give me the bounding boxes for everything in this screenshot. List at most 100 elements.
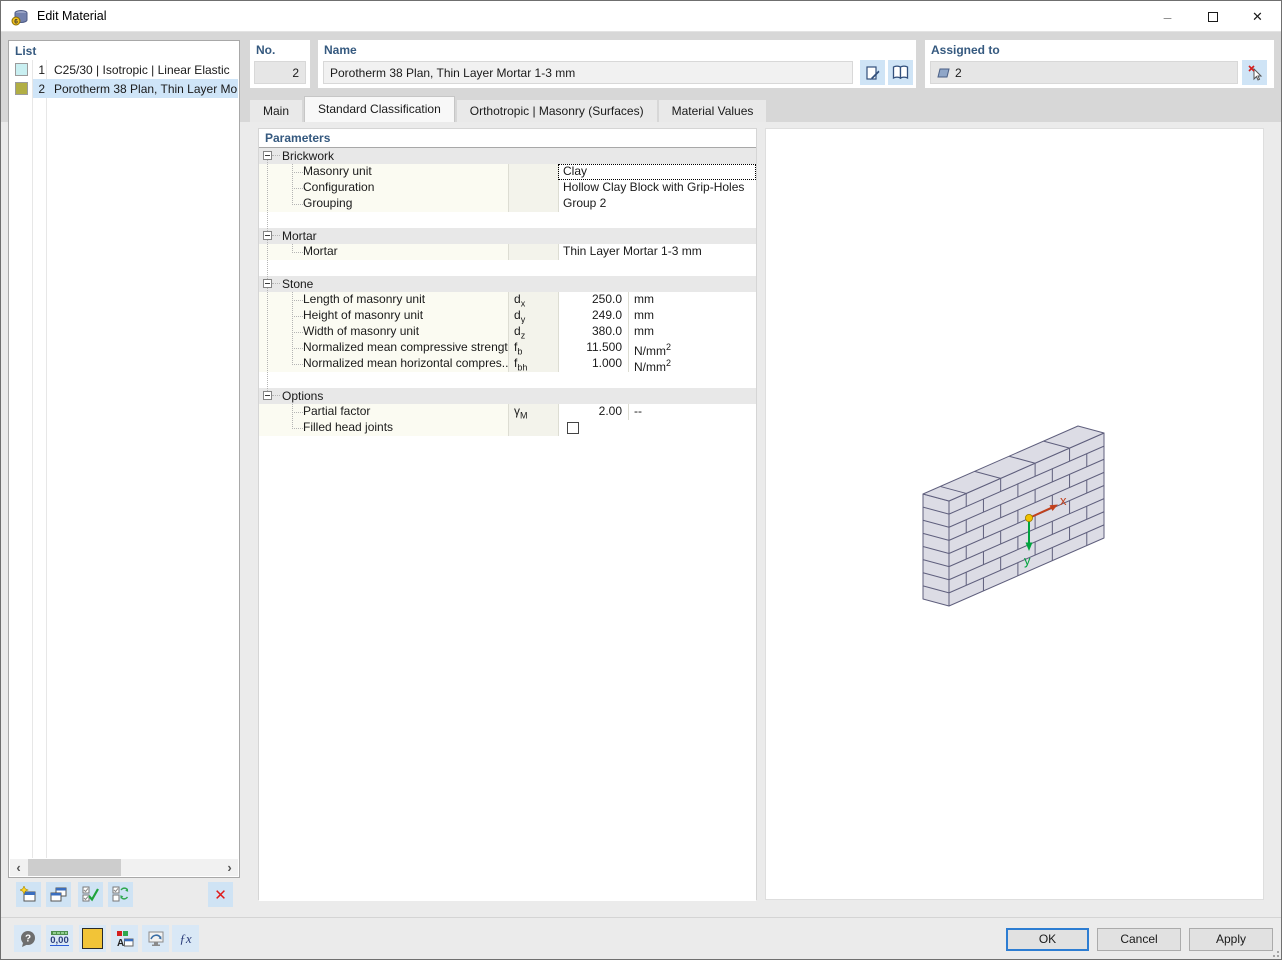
- param-row-fbh: Normalized mean horizontal compres... fb…: [259, 356, 756, 372]
- new-material-icon: [20, 886, 37, 903]
- svg-text:6: 6: [14, 19, 18, 26]
- table-filler: [259, 436, 756, 901]
- origin-dot: [1025, 514, 1032, 521]
- book-icon: [892, 65, 909, 80]
- tab-standard-classification[interactable]: Standard Classification: [304, 96, 455, 122]
- param-row-length: Length of masonry unit dx 250.0 mm: [259, 292, 756, 308]
- close-button[interactable]: ✕: [1235, 1, 1280, 32]
- list-item-c2530[interactable]: 1 C25/30 | Isotropic | Linear Elastic: [10, 60, 238, 79]
- param-row-partial-factor: Partial factor γM 2.00 --: [259, 404, 756, 420]
- material-number-field: 2: [254, 61, 306, 84]
- new-material-button[interactable]: [16, 882, 41, 907]
- delete-material-button[interactable]: ✕: [208, 882, 233, 907]
- section-gap: [259, 260, 756, 276]
- param-row-mortar: Mortar Thin Layer Mortar 1-3 mm: [259, 244, 756, 260]
- list-item-porotherm[interactable]: 2 Porotherm 38 Plan, Thin Layer Mortar: [10, 79, 238, 98]
- tab-orthotropic-masonry[interactable]: Orthotropic | Masonry (Surfaces): [457, 100, 657, 122]
- parameters-table: Parameters Brickwork Masonry unit Clay C…: [258, 128, 757, 900]
- select-all-icon: [82, 886, 99, 903]
- rendering-icon: A: [116, 930, 134, 948]
- resize-grip[interactable]: [1270, 948, 1279, 957]
- formula-icon: ƒx: [179, 931, 191, 947]
- expand-box-mortar[interactable]: [263, 231, 272, 240]
- section-options: Options: [259, 388, 756, 404]
- masonry-unit-value[interactable]: Clay: [558, 164, 756, 180]
- pick-cursor-red-x-icon: [1247, 64, 1263, 81]
- param-row-configuration: Configuration Hollow Clay Block with Gri…: [259, 180, 756, 196]
- display-settings-button[interactable]: [142, 925, 169, 952]
- maximize-button[interactable]: [1190, 1, 1235, 32]
- svg-text:A: A: [117, 938, 124, 948]
- scrollbar-thumb[interactable]: [28, 859, 121, 876]
- help-button[interactable]: ?: [14, 925, 41, 952]
- param-row-fb: Normalized mean compressive strengt... f…: [259, 340, 756, 356]
- select-all-button[interactable]: [78, 882, 103, 907]
- filled-head-joints-checkbox[interactable]: [567, 422, 579, 434]
- fbh-value[interactable]: 1.000: [558, 356, 628, 372]
- height-value[interactable]: 249.0: [558, 308, 628, 324]
- copy-material-button[interactable]: [46, 882, 71, 907]
- expand-box-stone[interactable]: [263, 279, 272, 288]
- x-axis-label: x: [1060, 493, 1067, 508]
- formula-button[interactable]: ƒx: [172, 925, 199, 952]
- section-mortar: Mortar: [259, 228, 756, 244]
- library-button[interactable]: [888, 60, 913, 85]
- ok-button[interactable]: OK: [1006, 928, 1089, 951]
- name-panel: Name Porotherm 38 Plan, Thin Layer Morta…: [318, 40, 916, 88]
- surface-icon: [937, 68, 950, 78]
- material-color-swatch: [10, 63, 33, 76]
- expand-box-brickwork[interactable]: [263, 151, 272, 160]
- scroll-right-arrow[interactable]: ›: [221, 859, 238, 876]
- edit-name-button[interactable]: [860, 60, 885, 85]
- display-settings-icon: [147, 930, 165, 948]
- material-color-swatch: [10, 82, 33, 95]
- no-panel: No. 2: [250, 40, 310, 88]
- param-row-width: Width of masonry unit dz 380.0 mm: [259, 324, 756, 340]
- section-stone: Stone: [259, 276, 756, 292]
- maximize-icon: [1208, 12, 1218, 22]
- material-color-button[interactable]: [79, 925, 106, 952]
- select-assigned-button[interactable]: [1242, 60, 1267, 85]
- title-bar: 6 Edit Material – ✕: [1, 1, 1281, 32]
- svg-text:?: ?: [24, 933, 30, 944]
- parameters-header: Parameters: [259, 129, 756, 148]
- length-value[interactable]: 250.0: [558, 292, 628, 308]
- invert-selection-icon: [112, 886, 129, 903]
- invert-selection-button[interactable]: [108, 882, 133, 907]
- partial-factor-value[interactable]: 2.00: [558, 404, 628, 420]
- list-horizontal-scrollbar[interactable]: ‹ ›: [10, 859, 238, 876]
- no-label: No.: [256, 43, 275, 57]
- width-value[interactable]: 380.0: [558, 324, 628, 340]
- scroll-left-arrow[interactable]: ‹: [10, 859, 27, 876]
- assigned-label: Assigned to: [931, 43, 1000, 57]
- param-row-height: Height of masonry unit dy 249.0 mm: [259, 308, 756, 324]
- list-header: List: [15, 44, 36, 58]
- minimize-button[interactable]: –: [1145, 1, 1190, 32]
- material-color-swatch: [82, 928, 103, 949]
- apply-button[interactable]: Apply: [1189, 928, 1273, 951]
- assigned-panel: Assigned to 2: [925, 40, 1274, 88]
- param-row-grouping: Grouping Group 2: [259, 196, 756, 212]
- tab-material-values[interactable]: Material Values: [659, 100, 767, 122]
- material-name-field[interactable]: Porotherm 38 Plan, Thin Layer Mortar 1-3…: [323, 61, 853, 84]
- material-preview-panel: x y: [765, 128, 1264, 900]
- material-list-panel: List 1 C25/30 | Isotropic | Linear Elast…: [8, 40, 240, 878]
- expand-box-options[interactable]: [263, 391, 272, 400]
- tab-bar: Main Standard Classification Orthotropic…: [250, 96, 768, 122]
- units-icon: 0,00: [50, 931, 69, 947]
- rendering-options-button[interactable]: A: [111, 925, 138, 952]
- cancel-button[interactable]: Cancel: [1097, 928, 1181, 951]
- mortar-value[interactable]: Thin Layer Mortar 1-3 mm: [558, 244, 756, 260]
- section-gap: [259, 212, 756, 228]
- delete-icon: ✕: [214, 886, 227, 904]
- fb-value[interactable]: 11.500: [558, 340, 628, 356]
- grouping-value[interactable]: Group 2: [558, 196, 756, 212]
- window-title: Edit Material: [37, 9, 106, 23]
- copy-material-icon: [50, 886, 67, 903]
- material-dialog-icon: 6: [11, 8, 29, 26]
- tab-main[interactable]: Main: [250, 100, 302, 122]
- configuration-value[interactable]: Hollow Clay Block with Grip-Holes: [558, 180, 756, 196]
- help-icon: ?: [19, 930, 37, 948]
- units-settings-button[interactable]: 0,00: [46, 925, 73, 952]
- param-row-masonry-unit: Masonry unit Clay: [259, 164, 756, 180]
